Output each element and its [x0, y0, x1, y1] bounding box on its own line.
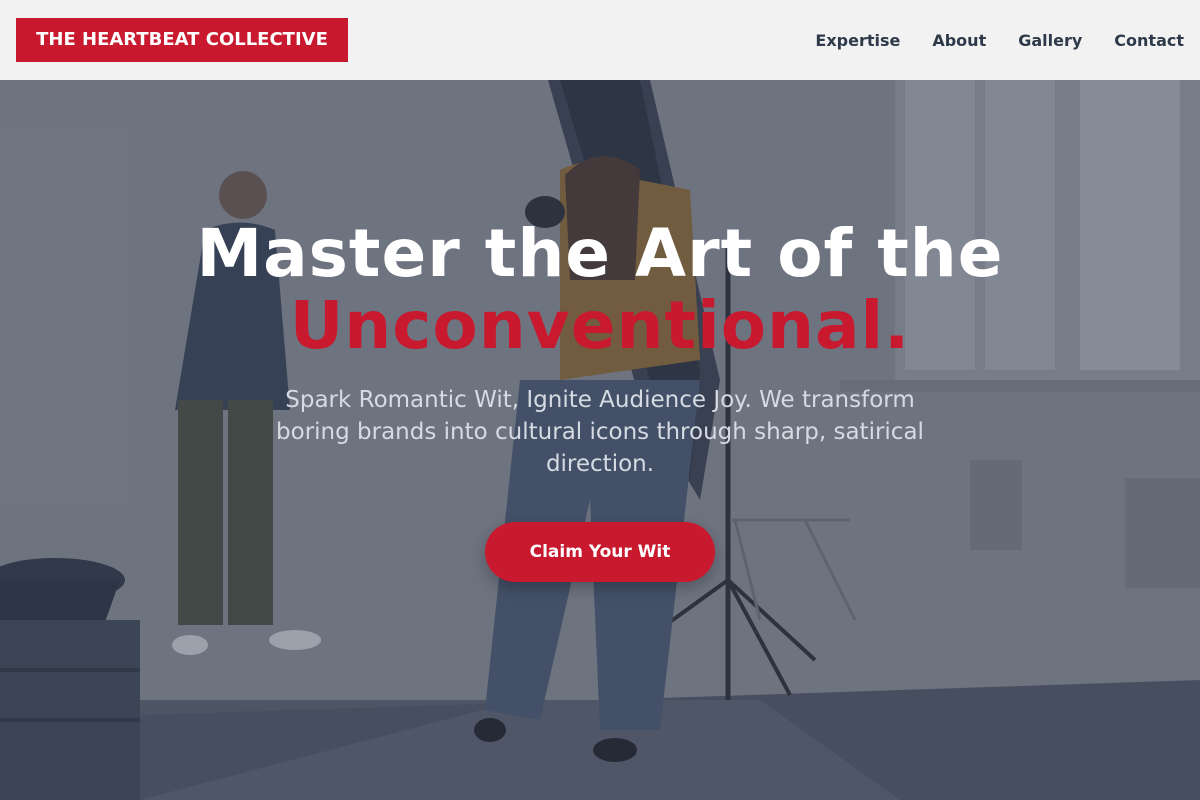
headline-line-2-accent: Unconventional. [289, 287, 911, 364]
hero-section: Master the Art of the Unconventional. Sp… [0, 80, 1200, 800]
hero-subtext: Spark Romantic Wit, Ignite Audience Joy.… [276, 387, 924, 477]
hero-content: Master the Art of the Unconventional. Sp… [0, 80, 1200, 800]
nav-link-expertise[interactable]: Expertise [815, 31, 900, 50]
nav-link-contact[interactable]: Contact [1114, 31, 1184, 50]
headline-line-1: Master the Art of the [196, 215, 1004, 292]
hero-headline: Master the Art of the Unconventional. [100, 218, 1100, 362]
site-header: THE HEARTBEAT COLLECTIVE Expertise About… [0, 0, 1200, 80]
claim-your-wit-button[interactable]: Claim Your Wit [485, 522, 715, 582]
brand-logo[interactable]: THE HEARTBEAT COLLECTIVE [16, 18, 348, 62]
nav-link-gallery[interactable]: Gallery [1018, 31, 1082, 50]
nav-link-about[interactable]: About [932, 31, 986, 50]
main-nav: Expertise About Gallery Contact [815, 0, 1184, 80]
